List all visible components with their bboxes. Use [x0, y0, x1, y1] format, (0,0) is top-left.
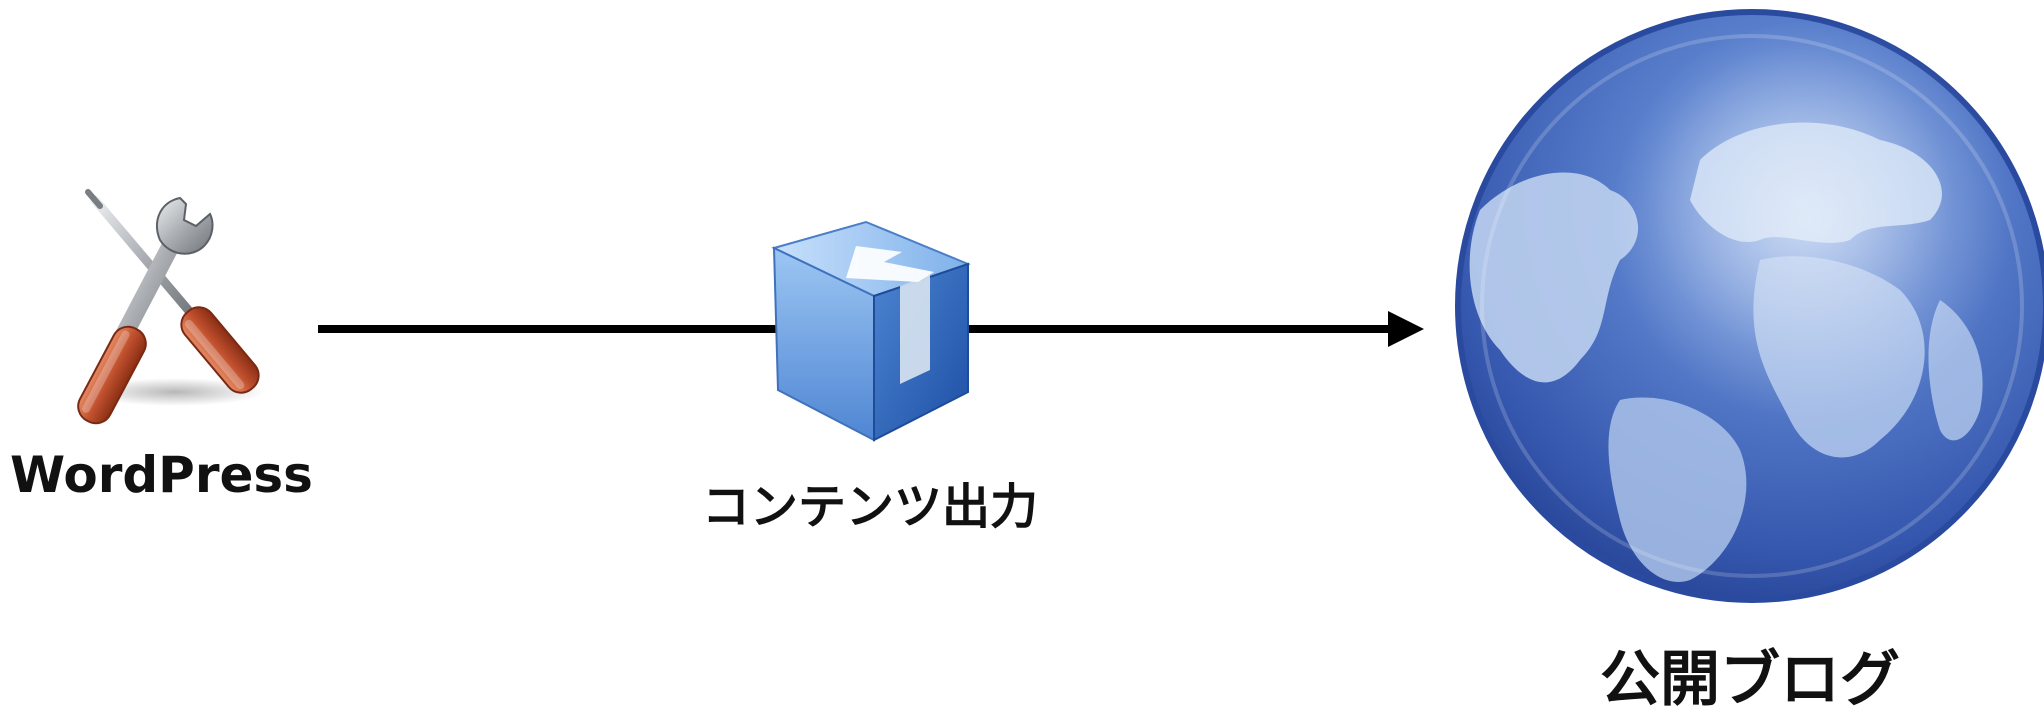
- globe-icon: [1455, 9, 2044, 603]
- node-label-content-export: コンテンツ出力: [701, 479, 1038, 535]
- node-label-wordpress: WordPress: [10, 446, 313, 504]
- flow-arrowhead: [1388, 311, 1424, 347]
- wrench-screwdriver-icon: [77, 189, 265, 425]
- node-label-public-blog: 公開ブログ: [1600, 645, 1900, 715]
- diagram-canvas: [77, 9, 2044, 603]
- export-box-icon: [771, 220, 971, 442]
